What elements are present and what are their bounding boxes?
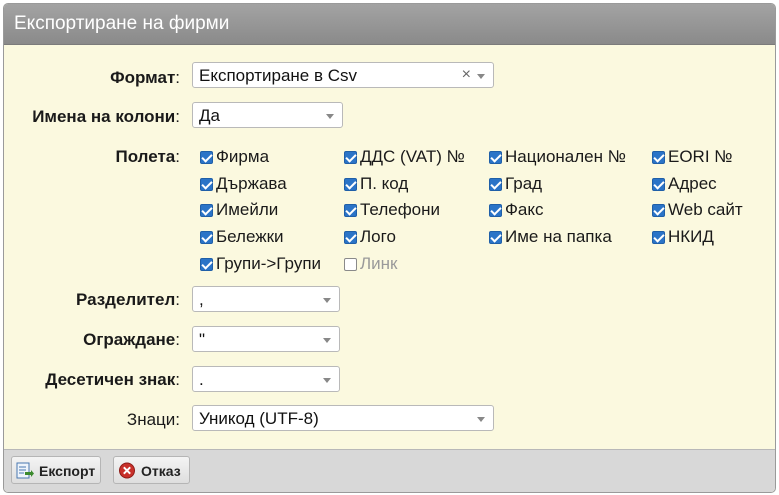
checkbox-checked-icon[interactable] (652, 204, 665, 217)
checkbox-checked-icon[interactable] (489, 178, 502, 191)
format-select[interactable]: Експортиране в Csv × (192, 62, 494, 88)
enclosure-select[interactable]: " (192, 326, 340, 352)
field-checkbox-label: Телефони (360, 200, 441, 219)
checkbox-checked-icon[interactable] (489, 231, 502, 244)
export-icon (16, 462, 34, 479)
field-checkbox-label: ДДС (VAT) № (360, 147, 465, 166)
checkbox-checked-icon[interactable] (200, 151, 213, 164)
charset-value: Уникод (UTF-8) (199, 409, 319, 428)
checkbox-checked-icon[interactable] (489, 204, 502, 217)
chevron-down-icon (323, 338, 331, 343)
field-checkbox-label: Държава (216, 174, 287, 193)
separator-label: Разделител: (75, 290, 180, 309)
checkbox-checked-icon[interactable] (489, 151, 502, 164)
export-companies-dialog: Експортиране на фирми Формат: Експортира… (3, 3, 776, 493)
field-checkbox-label: П. код (360, 174, 409, 193)
checkbox-checked-icon[interactable] (652, 178, 665, 191)
checkbox-checked-icon[interactable] (200, 231, 213, 244)
checkbox-checked-icon[interactable] (200, 178, 213, 191)
field-checkbox-label: Национален № (505, 147, 626, 166)
decimal-value: . (199, 370, 204, 389)
cancel-icon (119, 462, 135, 479)
checkbox-checked-icon[interactable] (200, 204, 213, 217)
dialog-footer: Експорт Отказ (4, 449, 775, 492)
enclosure-label: Ограждане: (83, 330, 180, 349)
checkbox-checked-icon[interactable] (652, 151, 665, 164)
field-checkbox-label: Имейли (216, 200, 279, 219)
field-checkbox-label: Адрес (668, 174, 717, 193)
clear-icon[interactable]: × (462, 66, 471, 84)
field-checkbox-label: Факс (505, 200, 544, 219)
field-checkbox-label: НКИД (668, 227, 714, 246)
field-checkbox-label: Web сайт (668, 200, 743, 219)
field-checkbox-label: Град (505, 174, 543, 193)
separator-value: , (199, 290, 204, 309)
column-names-value: Да (199, 106, 220, 125)
chevron-down-icon (323, 378, 331, 383)
export-button[interactable]: Експорт (11, 456, 101, 484)
cancel-button-label: Отказ (141, 463, 181, 479)
enclosure-value: " (199, 330, 206, 349)
fields-label: Полета: (115, 147, 181, 166)
checkbox-checked-icon[interactable] (344, 151, 357, 164)
chevron-down-icon (477, 74, 485, 79)
dialog-title: Експортиране на фирми (14, 13, 230, 34)
decimal-select[interactable]: . (192, 366, 340, 392)
dialog-titlebar[interactable]: Експортиране на фирми (4, 4, 775, 45)
field-checkbox-label: Име на папка (505, 227, 612, 246)
field-checkbox-label: Групи->Групи (216, 254, 322, 273)
charset-label: Знаци: (126, 410, 180, 429)
checkbox-checked-icon[interactable] (200, 258, 213, 271)
charset-select[interactable]: Уникод (UTF-8) (192, 405, 494, 431)
checkbox-checked-icon[interactable] (344, 231, 357, 244)
chevron-down-icon (477, 417, 485, 422)
cancel-button[interactable]: Отказ (113, 456, 190, 484)
export-button-label: Експорт (39, 463, 96, 479)
checkbox-checked-icon[interactable] (652, 231, 665, 244)
field-checkbox-label: Линк (360, 254, 398, 273)
field-checkbox-label: Лого (360, 227, 396, 246)
column-names-select[interactable]: Да (192, 102, 343, 128)
format-value: Експортиране в Csv (199, 66, 357, 85)
checkbox-checked-icon[interactable] (344, 204, 357, 217)
field-checkbox-label: EORI № (668, 147, 733, 166)
checkbox-checked-icon[interactable] (344, 178, 357, 191)
separator-select[interactable]: , (192, 286, 340, 312)
format-label: Формат: (110, 68, 180, 87)
decimal-label: Десетичен знак: (45, 370, 180, 389)
field-checkbox-label: Фирма (216, 147, 270, 166)
chevron-down-icon (323, 298, 331, 303)
column-names-label: Имена на колони: (32, 107, 180, 126)
field-checkbox-label: Бележки (216, 227, 284, 246)
checkbox-unchecked-icon[interactable] (344, 258, 357, 271)
chevron-down-icon (326, 114, 334, 119)
